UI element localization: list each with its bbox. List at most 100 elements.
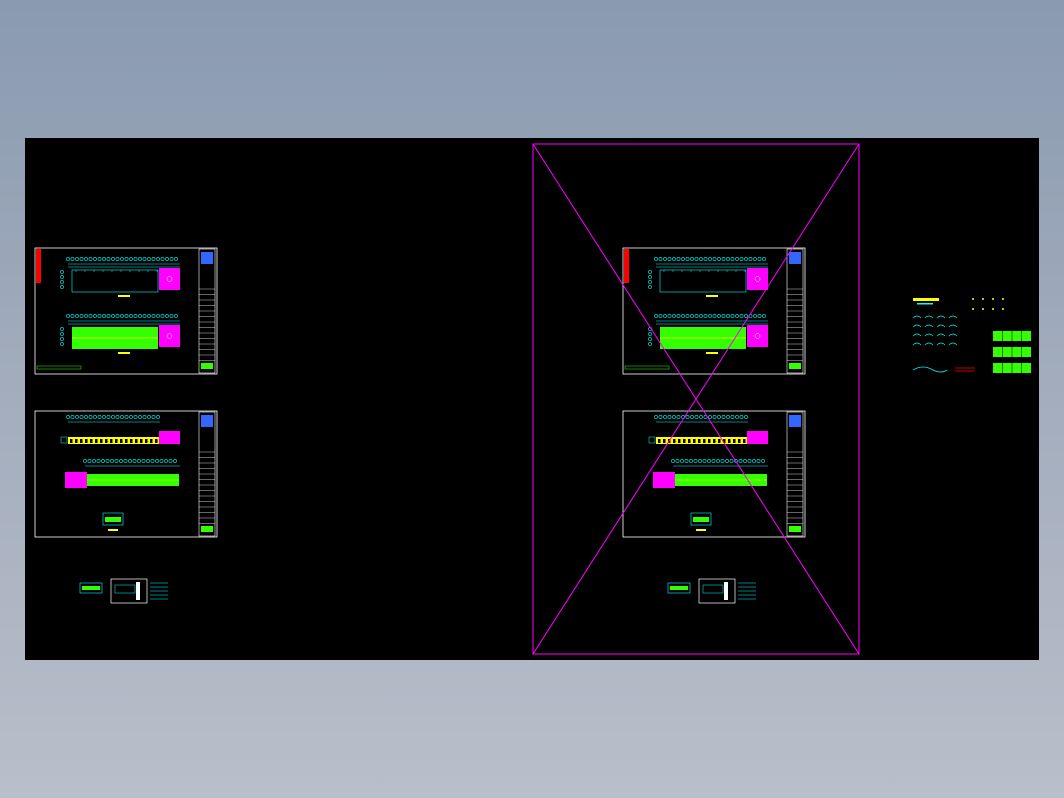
grid-bubble [690,415,694,419]
legend-glyph [924,342,934,346]
legend-glyph [912,333,922,337]
window-opening [150,439,153,443]
grid-bubble [169,314,174,318]
grid-bubble [75,257,79,261]
grid-bubble [735,314,739,318]
grid-bubble [93,314,97,318]
grid-bubble [699,415,703,419]
grid-bubble [129,314,133,318]
grid-bubble [129,415,133,419]
grid-bubble [66,257,70,261]
grid-bubble [685,314,690,318]
legend-glyph [912,324,922,328]
grid-bubble [726,314,730,318]
detail-row [667,578,756,604]
grid-bubble [119,459,123,463]
grid-bubble [133,314,138,318]
grid-bubble [84,257,88,261]
legend-glyph [924,324,934,328]
grid-bubble [111,415,115,419]
legend-glyph [948,315,958,319]
stair-core [159,268,180,290]
window-opening [663,439,666,443]
grid-bubble [138,257,142,261]
grid-bubble [66,314,70,318]
grid-bubble [726,257,730,261]
grid-bubble [720,459,725,463]
grid-bubble [663,415,667,419]
grid-bubble [147,314,151,318]
grid-bubble [60,275,64,279]
grid-bubble [133,415,138,419]
grid-bubble [96,459,101,463]
grid-bubble [735,257,739,261]
grid-bubble [75,314,79,318]
title-block-logo [201,252,213,264]
grid-bubble [128,459,132,463]
legend-symbol [992,308,994,310]
grid-bubble [79,257,84,261]
grid-bubble [676,415,681,419]
drawing-viewport[interactable] [25,138,1039,660]
legend-symbol [982,298,984,300]
window-opening [743,439,746,443]
grid-bubble [690,257,694,261]
grid-bubble [735,415,739,419]
grid-bubble [155,459,159,463]
grid-bubble [70,415,75,419]
grid-bubble [721,257,726,261]
grid-bubble [132,459,137,463]
window-opening [90,439,93,443]
window-opening [125,439,128,443]
section-caption [108,529,118,531]
grid-bubble [156,314,160,318]
grid-bubble [84,314,88,318]
grid-bubble [120,415,124,419]
grid-bubble [680,459,684,463]
grid-bubble [648,332,652,336]
window-opening [678,439,681,443]
legend-glyph [924,315,934,319]
grid-bubble [66,415,70,419]
grid-bubble [174,257,178,261]
window-opening [713,439,716,443]
grid-bubble [151,257,156,261]
grid-bubble [159,459,164,463]
plan-caption [118,352,130,354]
detail-section [702,584,724,594]
window-opening [120,439,123,443]
grid-bubble [97,415,102,419]
grid-bubble [174,314,178,318]
grid-bubble [110,459,114,463]
legend-glyph [936,342,946,346]
window-opening [75,439,78,443]
window-opening [140,439,143,443]
stair-core [747,431,768,444]
grid-bubble [739,314,744,318]
legend-glyph [948,324,958,328]
window-opening [673,439,676,443]
grid-bubble [102,314,106,318]
window-opening [658,439,661,443]
grid-bubble [105,459,110,463]
grid-bubble [106,257,111,261]
grid-bubble [681,257,685,261]
grid-bubble [757,257,762,261]
window-opening [110,439,113,443]
print-area-box [532,143,860,655]
grid-bubble [753,314,757,318]
detail-block [724,582,728,600]
grid-bubble [702,459,707,463]
grid-bubble [739,257,744,261]
cad-drawing-canvas[interactable] [25,138,1039,660]
grid-bubble [92,459,96,463]
detail-section [114,584,136,594]
legend-glyph [912,342,922,346]
title-block-logo [789,415,801,427]
window-opening [130,439,133,443]
legend-subtitle [917,303,933,305]
grid-bubble [654,257,658,261]
grid-bubble [106,314,111,318]
window-opening [733,439,736,443]
grid-bubble [173,459,177,463]
